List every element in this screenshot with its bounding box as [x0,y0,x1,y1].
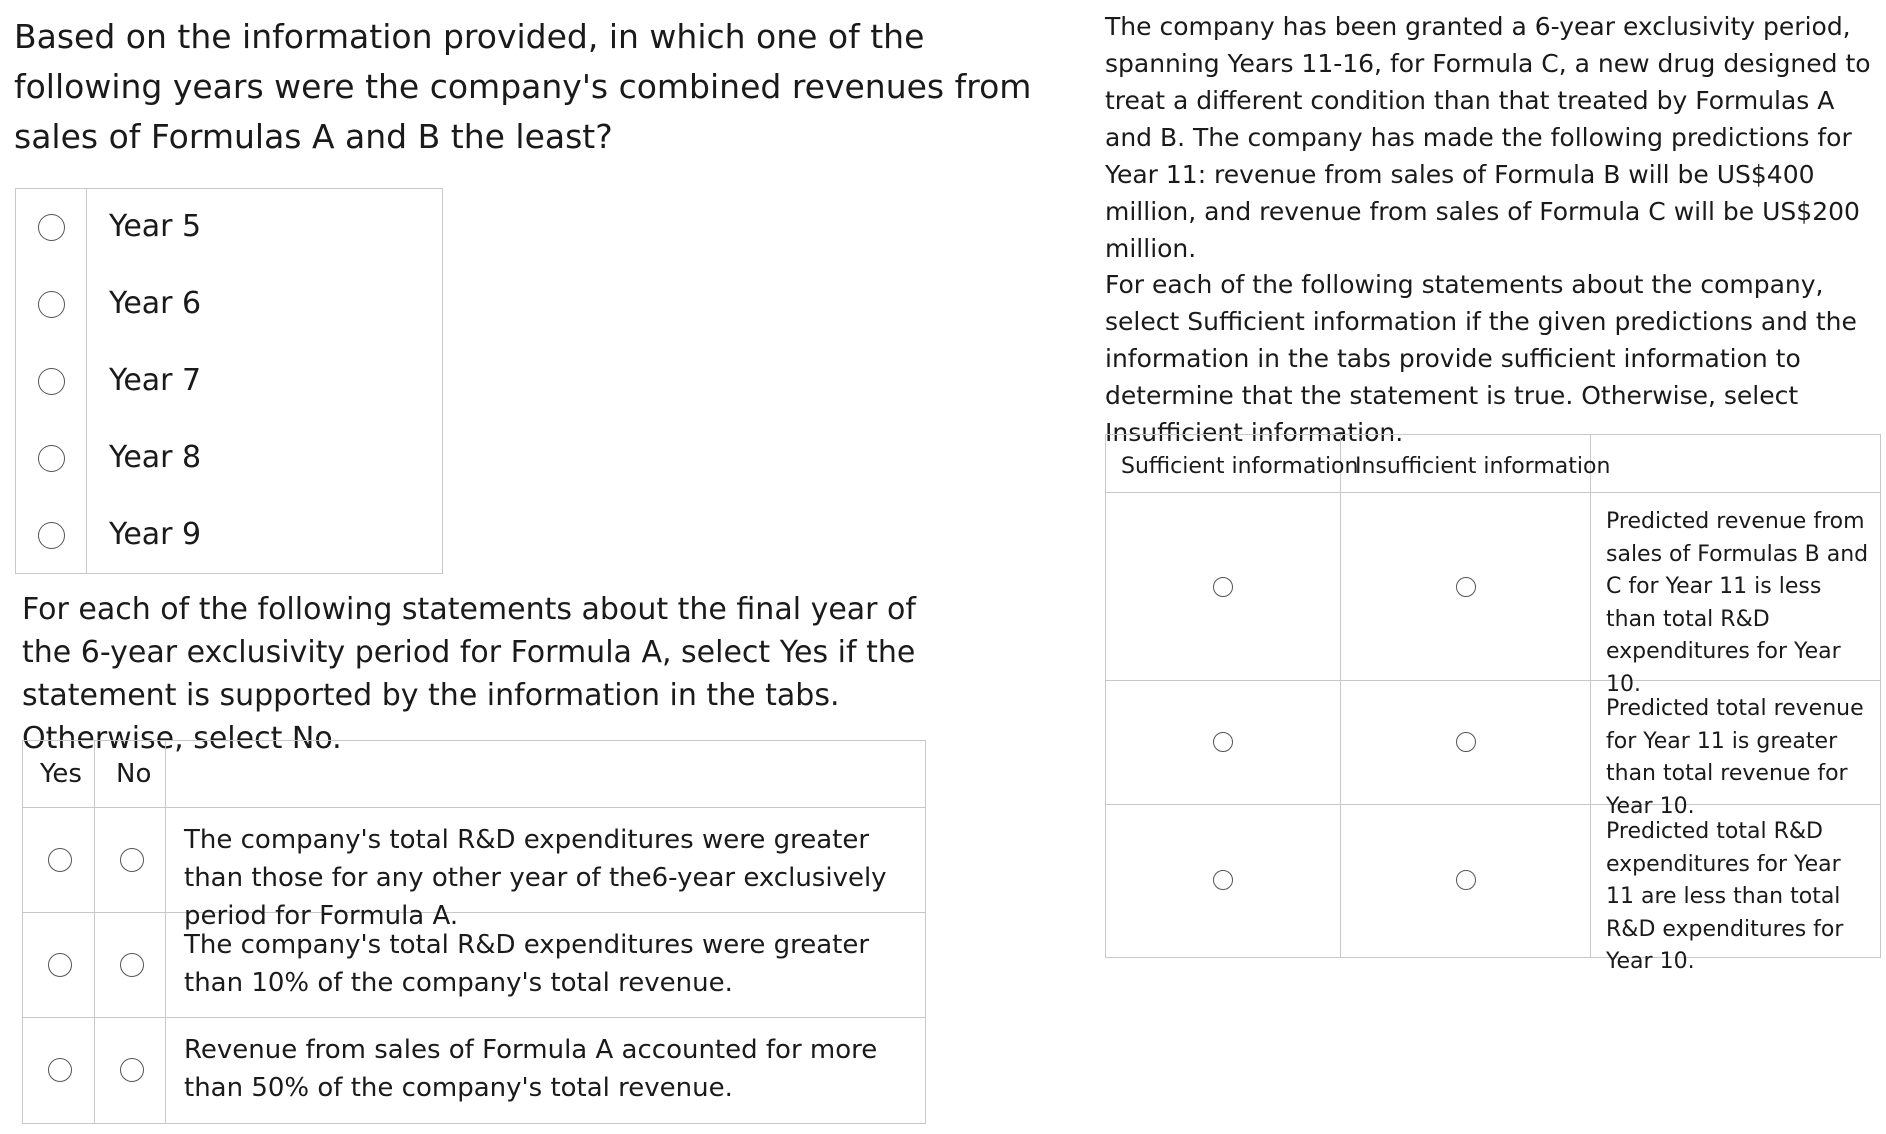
row-divider [23,807,925,808]
yes-radio-button[interactable] [48,1058,72,1082]
question-2-text: For each of the following statements abo… [22,592,916,756]
statement-text: Predicted revenue from sales of Formulas… [1606,509,1869,697]
option-year-9[interactable]: Year 9 [16,497,442,574]
column-divider [1340,435,1341,957]
insufficient-radio-button[interactable] [1456,870,1476,890]
option-year-8[interactable]: Year 8 [16,420,442,497]
yes-radio-button[interactable] [48,848,72,872]
sufficient-radio-button[interactable] [1213,732,1233,752]
sufficient-column-header: Sufficient information [1121,454,1359,479]
row-divider [23,1017,925,1018]
option-year-5[interactable]: Year 5 [16,189,442,266]
statement-text: Revenue from sales of Formula A accounte… [184,1035,878,1103]
statement-text: Predicted total R&D expenditures for Yea… [1606,819,1844,974]
sufficiency-table: Sufficient information Insufficient info… [1105,434,1881,974]
year-options-list: Year 5 Year 6 Year 7 Year 8 Year 9 [15,188,443,574]
insufficient-column-header: Insufficient information [1355,454,1611,479]
option-label: Year 5 [109,209,202,244]
sufficient-radio-button[interactable] [1213,870,1233,890]
statement-text: Predicted total revenue for Year 11 is g… [1606,696,1864,819]
radio-button[interactable] [38,291,65,318]
row-divider [1106,492,1880,493]
yes-radio-button[interactable] [48,953,72,977]
option-year-7[interactable]: Year 7 [16,343,442,420]
column-divider [1590,435,1591,957]
option-label: Year 7 [109,363,202,398]
option-label: Year 6 [109,286,202,321]
insufficient-radio-button[interactable] [1456,577,1476,597]
no-radio-button[interactable] [120,953,144,977]
column-divider [94,741,95,1123]
yes-column-header: Yes [40,759,82,789]
option-label: Year 8 [109,440,202,475]
radio-button[interactable] [38,214,65,241]
statement-text: The company's total R&D expenditures wer… [184,930,870,998]
info-paragraph: The company has been granted a 6-year ex… [1105,12,1871,263]
option-label: Year 9 [109,517,202,552]
column-divider [165,741,166,1123]
question-1-text: Based on the information provided, in wh… [14,17,1032,156]
statement-text: The company's total R&D expenditures wer… [184,825,887,931]
sufficient-radio-button[interactable] [1213,577,1233,597]
question-3-text: For each of the following statements abo… [1105,270,1857,447]
no-radio-button[interactable] [120,848,144,872]
no-radio-button[interactable] [120,1058,144,1082]
insufficient-radio-button[interactable] [1456,732,1476,752]
radio-button[interactable] [38,445,65,472]
option-year-6[interactable]: Year 6 [16,266,442,343]
radio-button[interactable] [38,522,65,549]
no-column-header: No [116,759,152,789]
yes-no-table: Yes No The company's total R&D expenditu… [22,740,926,1124]
radio-button[interactable] [38,368,65,395]
